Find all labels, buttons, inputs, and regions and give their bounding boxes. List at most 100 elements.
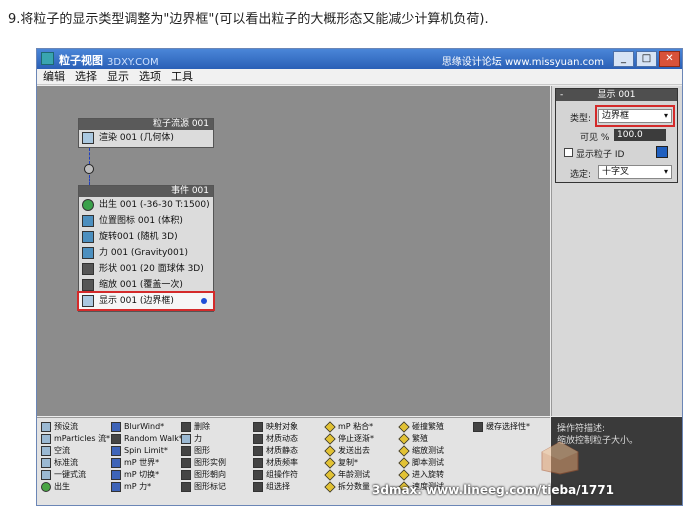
operator-icon (253, 458, 263, 468)
depot-col-tests-a: mP 粘合* 停止逐渐* 发送出去 复制* 年龄测试 拆分数量 (324, 421, 374, 493)
depot-item[interactable]: 标准流 (40, 457, 110, 469)
display-rollout: - 显示 001 类型: 边界框 ▾ 可见 % 100.0 显示粒子 ID 选定… (555, 88, 678, 183)
test-icon (324, 469, 336, 481)
depot-item-label: 力 (194, 434, 202, 443)
depot-item[interactable]: 发送出去 (324, 445, 374, 457)
depot-item[interactable]: 拆分数量 (324, 481, 374, 493)
depot-item[interactable]: 删除 (180, 421, 226, 433)
depot-item-label: 繁殖 (412, 434, 428, 443)
event-row-label: 力 001 (Gravity001) (99, 248, 188, 258)
depot-item[interactable]: 出生 (40, 481, 110, 493)
visible-spinner[interactable]: 100.0 (614, 129, 666, 141)
menu-edit[interactable]: 编辑 (43, 69, 65, 84)
depot-item-label: Random Walk* (124, 434, 183, 443)
depot-item[interactable]: 图形实例 (180, 457, 226, 469)
wire-connector[interactable] (84, 164, 94, 174)
depot-item[interactable]: 图形 (180, 445, 226, 457)
birth-icon (41, 482, 51, 492)
operator-icon (253, 446, 263, 456)
depot-item[interactable]: 图形朝向 (180, 469, 226, 481)
tutorial-caption: 9.将粒子的显示类型调整为"边界框"(可以看出粒子的大概形态又能减少计算机负荷)… (8, 12, 489, 27)
depot-item[interactable]: 年龄测试 (324, 469, 374, 481)
event-row-position[interactable]: 位置图标 001 (体积) (79, 213, 213, 229)
depot-item[interactable]: 停止逐渐* (324, 433, 374, 445)
force-icon (181, 434, 191, 444)
wire-bottom (89, 175, 90, 185)
particle-view-window: 粒子视图 3DXY.COM 思缘设计论坛 www.missyuan.com _ … (36, 48, 683, 506)
cache-icon (473, 422, 483, 432)
depot-item-label: 图形朝向 (194, 470, 226, 479)
maximize-button[interactable]: □ (636, 51, 657, 67)
selected-label: 选定: (570, 170, 592, 180)
depot-item[interactable]: 映射对象 (252, 421, 298, 433)
selected-select[interactable]: 十字叉 ▾ (598, 165, 672, 179)
event-row-shape[interactable]: 形状 001 (20 面球体 3D) (79, 261, 213, 277)
depot-item[interactable]: mP 世界* (110, 457, 183, 469)
collapse-icon[interactable]: - (560, 89, 563, 101)
menu-options[interactable]: 选项 (139, 69, 161, 84)
selected-dot-icon (201, 298, 207, 304)
watermark-bottom: 3dmax. www.lineeg.com/tieba/1771 (372, 483, 614, 497)
depot-item[interactable]: 力 (180, 433, 226, 445)
depot-col-material: 映射对象 材质动态 材质静态 材质频率 组操作符 组选择 (252, 421, 298, 493)
depot-item[interactable]: 图形标记 (180, 481, 226, 493)
selected-value: 十字叉 (602, 167, 630, 177)
event-row-label: 出生 001 (-36-30 T:1500) (99, 200, 210, 210)
event-row-rotation[interactable]: 旋转001 (随机 3D) (79, 229, 213, 245)
depot-col-flows: 预设流 mParticles 流* 空流 标准流 一键式流 出生 (40, 421, 110, 493)
event-row-label: 显示 001 (边界框) (99, 296, 174, 306)
depot-item[interactable]: 空流 (40, 445, 110, 457)
event-node[interactable]: 事件 001 出生 001 (-36-30 T:1500) 位置图标 001 (… (77, 185, 215, 312)
depot-item[interactable]: 材质频率 (252, 457, 298, 469)
shape-icon (181, 446, 191, 456)
depot-item[interactable]: mP 粘合* (324, 421, 374, 433)
depot-item[interactable]: mP 力* (110, 481, 183, 493)
title-bar: 粒子视图 3DXY.COM 思缘设计论坛 www.missyuan.com _ … (37, 49, 682, 69)
particle-canvas[interactable]: 粒子流源 001 渲染 001 (几何体) 事件 001 出生 001 (-36… (37, 86, 550, 416)
menu-tools[interactable]: 工具 (171, 69, 193, 84)
depot-item[interactable]: BlurWind* (110, 421, 183, 433)
depot-item[interactable]: mP 切换* (110, 469, 183, 481)
depot-item-label: mP 力* (124, 482, 152, 491)
event-row-scale[interactable]: 缩放 001 (覆盖一次) (79, 277, 213, 293)
operator-icon (111, 470, 121, 480)
depot-item[interactable]: 繁殖 (398, 433, 444, 445)
watermark-top: 3DXY.COM (107, 57, 159, 68)
depot-item-label: BlurWind* (124, 422, 165, 431)
minimize-button[interactable]: _ (613, 51, 634, 67)
depot-item[interactable]: 预设流 (40, 421, 110, 433)
test-icon (398, 469, 410, 481)
depot-item[interactable]: mParticles 流* (40, 433, 110, 445)
event-row-birth[interactable]: 出生 001 (-36-30 T:1500) (79, 197, 213, 213)
source-node[interactable]: 粒子流源 001 渲染 001 (几何体) (78, 118, 214, 148)
depot-item[interactable]: 进入旋转 (398, 469, 444, 481)
show-id-checkbox[interactable] (564, 148, 573, 157)
depot-item[interactable]: 一键式流 (40, 469, 110, 481)
event-row-force[interactable]: 力 001 (Gravity001) (79, 245, 213, 261)
menu-select[interactable]: 选择 (75, 69, 97, 84)
depot-item[interactable]: 材质静态 (252, 445, 298, 457)
depot-item[interactable]: 组选择 (252, 481, 298, 493)
depot-item[interactable]: 缓存选择性* (472, 421, 530, 433)
app-icon (41, 52, 54, 65)
depot-item[interactable]: 组操作符 (252, 469, 298, 481)
source-node-row[interactable]: 渲染 001 (几何体) (79, 130, 213, 146)
event-row-display[interactable]: 显示 001 (边界框) (77, 291, 215, 311)
wire-top (89, 148, 90, 164)
depot-item-label: 材质动态 (266, 434, 298, 443)
depot-item[interactable]: Spin Limit* (110, 445, 183, 457)
depot-item-label: 组操作符 (266, 470, 298, 479)
rollout-title[interactable]: - 显示 001 (556, 89, 677, 101)
depot-item[interactable]: 材质动态 (252, 433, 298, 445)
depot-item[interactable]: 复制* (324, 457, 374, 469)
depot-item[interactable]: 缩放测试 (398, 445, 444, 457)
color-swatch[interactable] (656, 146, 668, 158)
depot-item-label: 缩放测试 (412, 446, 444, 455)
depot-item[interactable]: 脚本测试 (398, 457, 444, 469)
depot-item[interactable]: 碰撞繁殖 (398, 421, 444, 433)
event-node-header: 事件 001 (79, 186, 213, 197)
depot-item[interactable]: Random Walk* (110, 433, 183, 445)
close-button[interactable]: ✕ (659, 51, 680, 67)
test-icon (398, 445, 410, 457)
menu-display[interactable]: 显示 (107, 69, 129, 84)
